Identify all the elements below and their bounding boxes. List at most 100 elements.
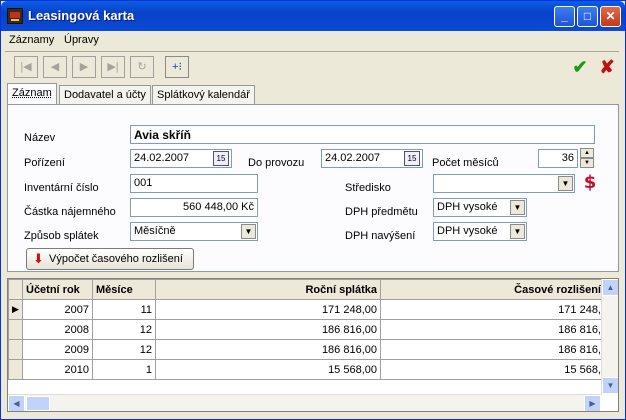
dph-predmetu-select[interactable]: DPH vysoké ▼	[433, 198, 527, 217]
current-row-indicator-icon: ▶	[8, 299, 23, 320]
insert-record-icon[interactable]: +⁝	[165, 56, 189, 78]
first-record-icon[interactable]: |◀	[14, 56, 38, 78]
cancel-x-icon[interactable]: ✘	[596, 56, 618, 78]
stredisko-select[interactable]: ▼	[433, 174, 575, 193]
confirm-check-icon[interactable]: ✔	[569, 56, 591, 78]
stepper-up-icon[interactable]: ▲	[580, 148, 594, 158]
last-record-icon[interactable]: ▶|	[101, 56, 125, 78]
stredisko-label: Středisko	[345, 182, 391, 194]
dph-predmetu-label: DPH předmětu	[345, 206, 418, 218]
cell-mesice[interactable]: 11	[92, 299, 156, 320]
zpusob-splatek-value: Měsíčně	[134, 225, 176, 237]
cell-casove-rozliseni[interactable]: 171 248,	[380, 299, 605, 320]
do-provozu-date-value: 24.02.2007	[325, 152, 381, 164]
tab-zaznam[interactable]: Záznam	[7, 83, 57, 104]
nazev-field[interactable]: Avia skříň	[130, 125, 595, 144]
menu-bar: Záznamy Úpravy	[1, 31, 625, 51]
dph-navyseni-select[interactable]: DPH vysoké ▼	[433, 222, 527, 241]
pocet-mesicu-label: Počet měsíců	[432, 157, 499, 169]
cell-rocni-splatka[interactable]: 186 816,00	[155, 319, 381, 340]
cell-rok[interactable]: 2009	[22, 339, 93, 360]
dph-predmetu-value: DPH vysoké	[437, 201, 498, 213]
accrual-table: Účetní rok Měsíce Roční splátka Časové r…	[8, 279, 605, 380]
do-provozu-label: Do provozu	[248, 157, 305, 169]
chevron-down-icon[interactable]: ▼	[510, 200, 525, 215]
table-row[interactable]: ▶ 2007 11 171 248,00 171 248,	[8, 299, 605, 320]
cell-rocni-splatka[interactable]: 171 248,00	[155, 299, 381, 320]
tab-label: Záznam	[12, 87, 52, 99]
next-record-icon[interactable]: ▶	[72, 56, 96, 78]
red-arrow-down-icon: ⬇	[33, 251, 44, 266]
indicator-header	[8, 279, 23, 300]
vertical-scrollbar[interactable]: ▲ ▼	[601, 279, 618, 394]
table-row[interactable]: 2010 1 15 568,00 15 568,	[8, 359, 605, 380]
stredisko-lookup-icon[interactable]: $	[581, 173, 599, 193]
inventarni-cislo-label: Inventární číslo	[24, 182, 99, 194]
calc-accrual-label: Výpočet časového rozlišení	[49, 253, 183, 265]
leasing-card-window: Leasingová karta _ □ ✕ Záznamy Úpravy |◀…	[0, 0, 626, 420]
accrual-grid: Účetní rok Měsíce Roční splátka Časové r…	[7, 278, 619, 412]
dph-navyseni-value: DPH vysoké	[437, 225, 498, 237]
table-row[interactable]: 2008 12 186 816,00 186 816,	[8, 319, 605, 340]
calendar-icon[interactable]: 15	[404, 151, 420, 166]
dph-navyseni-label: DPH navýšení	[345, 230, 416, 242]
do-provozu-date-field[interactable]: 24.02.2007 15	[321, 149, 423, 168]
cell-rok[interactable]: 2008	[22, 319, 93, 340]
tab-dodavatel[interactable]: Dodavatel a účty	[59, 85, 151, 104]
app-icon	[7, 8, 23, 24]
menu-zaznamy[interactable]: Záznamy	[9, 34, 54, 46]
refresh-icon[interactable]: ↻	[130, 56, 154, 78]
cell-rok[interactable]: 2007	[22, 299, 93, 320]
col-casove-rozliseni[interactable]: Časové rozlišení	[380, 279, 605, 300]
title-bar: Leasingová karta _ □ ✕	[1, 1, 625, 31]
cell-casove-rozliseni[interactable]: 15 568,	[380, 359, 605, 380]
pocet-mesicu-field[interactable]: 36	[538, 149, 578, 168]
pocet-mesicu-stepper[interactable]: ▲ ▼	[580, 148, 594, 169]
cell-mesice[interactable]: 12	[92, 339, 156, 360]
maximize-button[interactable]: □	[577, 6, 598, 27]
calc-accrual-button[interactable]: ⬇ Výpočet časového rozlišení	[26, 248, 194, 270]
cell-rocni-splatka[interactable]: 15 568,00	[155, 359, 381, 380]
row-indicator	[8, 339, 23, 360]
nazev-label: Název	[24, 132, 56, 144]
porizeni-date-field[interactable]: 24.02.2007 15	[130, 149, 232, 168]
porizeni-date-value: 24.02.2007	[134, 152, 190, 164]
stepper-down-icon[interactable]: ▼	[580, 158, 594, 168]
chevron-down-icon[interactable]: ▼	[558, 176, 573, 191]
scroll-down-icon[interactable]: ▼	[602, 377, 618, 394]
window-title: Leasingová karta	[28, 8, 135, 23]
zpusob-splatek-select[interactable]: Měsíčně ▼	[130, 222, 258, 241]
zpusob-splatek-label: Způsob splátek	[24, 230, 99, 242]
tab-splatkovy-kalendar[interactable]: Splátkový kalendář	[152, 85, 255, 104]
castka-label: Částka nájemného	[24, 206, 116, 218]
cell-mesice[interactable]: 12	[92, 319, 156, 340]
porizeni-label: Pořízení	[24, 157, 65, 169]
row-indicator	[8, 319, 23, 340]
scroll-up-icon[interactable]: ▲	[602, 279, 618, 296]
inventarni-cislo-field[interactable]: 001	[130, 174, 258, 193]
col-mesice[interactable]: Měsíce	[92, 279, 156, 300]
chevron-down-icon[interactable]: ▼	[510, 224, 525, 239]
horizontal-scrollbar[interactable]: ◀ ▶	[8, 394, 601, 411]
scroll-right-icon[interactable]: ▶	[584, 395, 601, 411]
col-rocni-splatka[interactable]: Roční splátka	[155, 279, 381, 300]
cell-mesice[interactable]: 1	[92, 359, 156, 380]
cell-casove-rozliseni[interactable]: 186 816,	[380, 319, 605, 340]
minimize-button[interactable]: _	[554, 6, 575, 27]
col-ucetni-rok[interactable]: Účetní rok	[22, 279, 93, 300]
close-button[interactable]: ✕	[600, 6, 621, 27]
chevron-down-icon[interactable]: ▼	[241, 224, 256, 239]
table-header-row: Účetní rok Měsíce Roční splátka Časové r…	[8, 279, 605, 300]
cell-casove-rozliseni[interactable]: 186 816,	[380, 339, 605, 360]
toolbar-divider	[5, 51, 619, 52]
menu-upravy[interactable]: Úpravy	[64, 34, 99, 46]
cell-rocni-splatka[interactable]: 186 816,00	[155, 339, 381, 360]
calendar-icon[interactable]: 15	[213, 151, 229, 166]
table-row[interactable]: 2009 12 186 816,00 186 816,	[8, 339, 605, 360]
scroll-thumb[interactable]	[26, 396, 50, 411]
castka-field[interactable]: 560 448,00 Kč	[130, 198, 258, 217]
row-indicator	[8, 359, 23, 380]
cell-rok[interactable]: 2010	[22, 359, 93, 380]
scroll-left-icon[interactable]: ◀	[8, 395, 25, 411]
prev-record-icon[interactable]: ◀	[43, 56, 67, 78]
